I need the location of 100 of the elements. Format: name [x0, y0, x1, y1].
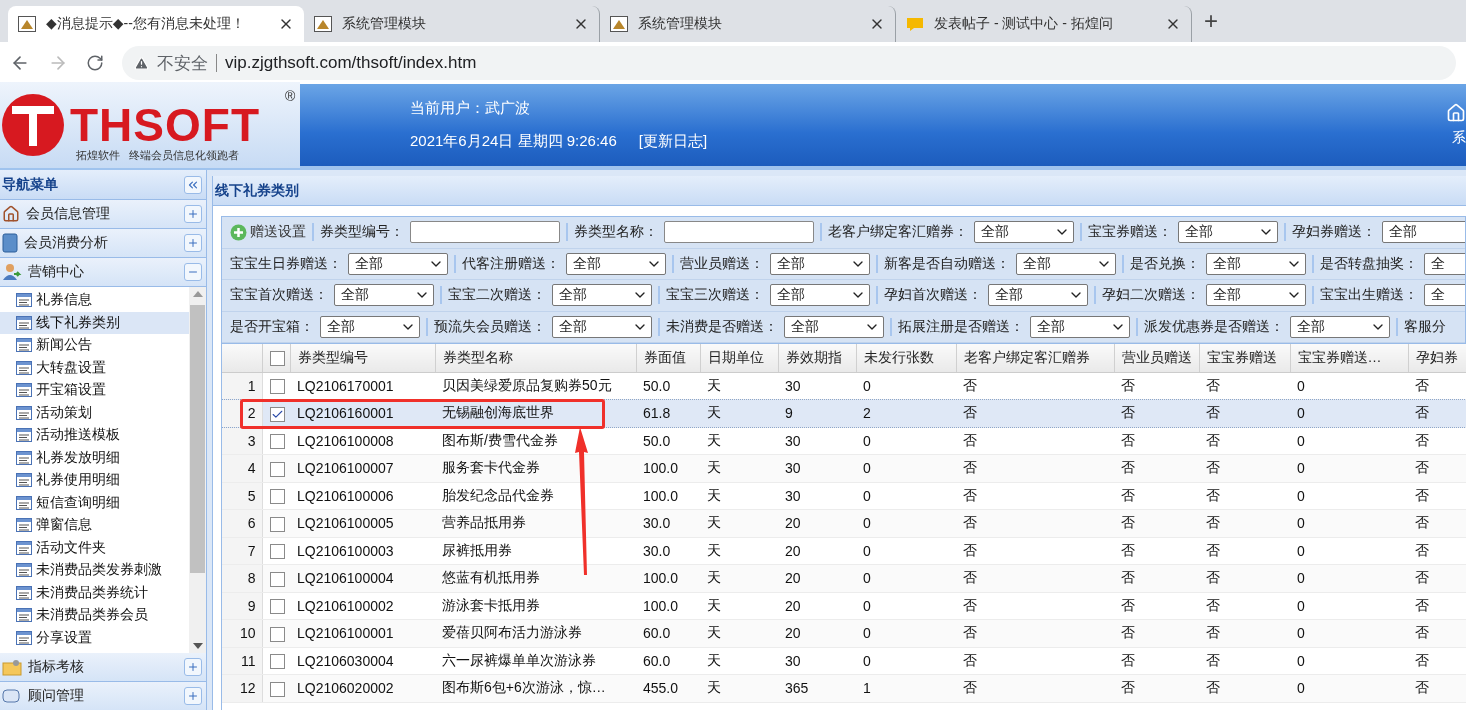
table-cell: 0: [856, 482, 956, 510]
menu-item[interactable]: 弹窗信息: [0, 514, 189, 537]
menu-item[interactable]: 礼券使用明细: [0, 469, 189, 492]
table-cell: 100.0: [636, 482, 700, 510]
table-cell: 天: [700, 537, 778, 565]
select-field[interactable]: 全: [1424, 284, 1465, 307]
column-header[interactable]: 未发行张数: [856, 344, 956, 372]
select-field[interactable]: 全部: [1382, 221, 1465, 244]
menu-item[interactable]: 未消费品类发券刺激: [0, 559, 189, 582]
table-cell: LQ2106100004: [290, 564, 435, 592]
table-cell: 30: [778, 647, 856, 675]
table-cell: 否: [1114, 454, 1199, 482]
select-field[interactable]: 全部: [1290, 315, 1390, 338]
menu-section[interactable]: 营销中心: [0, 258, 206, 287]
menu-item[interactable]: 未消费品类券会员: [0, 604, 189, 627]
table-cell: 0: [1290, 647, 1408, 675]
browser-tab[interactable]: ◆消息提示◆--您有消息未处理！: [8, 6, 304, 42]
filter-label: 券类型编号：: [320, 223, 404, 242]
filter-label: 营业员赠送：: [680, 254, 764, 273]
table-cell: 20: [778, 537, 856, 565]
filter-label: 客服分: [1404, 317, 1446, 336]
select-field[interactable]: 全部: [334, 284, 434, 307]
menu-item[interactable]: 新闻公告: [0, 334, 189, 357]
table-cell: 否: [1114, 427, 1199, 455]
menu-item[interactable]: 活动推送模板: [0, 424, 189, 447]
table-cell: LQ2106100007: [290, 454, 435, 482]
column-header[interactable]: 日期单位: [700, 344, 778, 372]
table-cell: 0: [856, 564, 956, 592]
select-field[interactable]: 全: [1424, 252, 1465, 275]
row-number: 11: [222, 647, 262, 675]
column-header[interactable]: 宝宝券赠送: [1199, 344, 1290, 372]
menu-section[interactable]: 会员信息管理: [0, 200, 206, 229]
row-number: 6: [222, 509, 262, 537]
table-cell: 0: [1290, 592, 1408, 620]
table-cell: 61.8: [636, 399, 700, 427]
menu-item[interactable]: 活动策划: [0, 401, 189, 424]
menu-item[interactable]: 大转盘设置: [0, 356, 189, 379]
table-cell: 20: [778, 619, 856, 647]
table-cell: 否: [1199, 674, 1290, 702]
select-field[interactable]: 全部: [974, 221, 1074, 244]
table-cell: 否: [1408, 454, 1466, 482]
select-field[interactable]: 全部: [566, 252, 666, 275]
new-tab-button[interactable]: +: [1204, 7, 1218, 35]
column-header[interactable]: 券面值: [636, 344, 700, 372]
table-cell: 否: [1114, 592, 1199, 620]
changelog-link[interactable]: [更新日志]: [638, 132, 708, 151]
table-cell: 9: [778, 399, 856, 427]
column-header[interactable]: 券类型名称: [435, 344, 636, 372]
system-button[interactable]: 系: [1452, 129, 1466, 147]
menu-item[interactable]: 线下礼券类别: [0, 311, 189, 334]
select-field[interactable]: 全部: [552, 315, 652, 338]
select-field[interactable]: 全部: [770, 284, 870, 307]
table-cell: LQ2106100006: [290, 482, 435, 510]
table-cell: 服务套卡代金券: [435, 454, 636, 482]
menu-section[interactable]: 顾问管理: [0, 682, 206, 710]
menu-item[interactable]: 短信查询明细: [0, 491, 189, 514]
select-field[interactable]: 全部: [1178, 221, 1278, 244]
select-field[interactable]: 全部: [552, 284, 652, 307]
column-header[interactable]: 券效期指: [778, 344, 856, 372]
menu-item[interactable]: 分享设置: [0, 626, 189, 649]
table-cell: 0: [856, 592, 956, 620]
menu-item[interactable]: 开宝箱设置: [0, 379, 189, 402]
table-cell: 0: [1290, 674, 1408, 702]
table-cell: 否: [1114, 399, 1199, 427]
column-header[interactable]: 营业员赠送: [1114, 344, 1199, 372]
menu-item[interactable]: 礼券信息: [0, 289, 189, 312]
select-field[interactable]: 全部: [1016, 252, 1116, 275]
table-cell: LQ2106100002: [290, 592, 435, 620]
select-field[interactable]: 全部: [348, 252, 448, 275]
table-cell: 30: [778, 482, 856, 510]
select-field[interactable]: 全部: [1206, 252, 1306, 275]
select-field[interactable]: 全部: [770, 252, 870, 275]
select-field[interactable]: 全部: [784, 315, 884, 338]
table-cell: LQ2106020002: [290, 674, 435, 702]
table-cell: 0: [1290, 454, 1408, 482]
column-header[interactable]: 券类型编号: [290, 344, 435, 372]
table-cell: 否: [1199, 537, 1290, 565]
address-bar[interactable]: 不安全 vip.zjgthsoft.com/thsoft/index.htm: [122, 46, 1456, 80]
table-cell: 20: [778, 564, 856, 592]
table-cell: 天: [700, 674, 778, 702]
menu-item[interactable]: 礼券发放明细: [0, 446, 189, 469]
column-header[interactable]: 老客户绑定客汇赠券: [956, 344, 1114, 372]
table-cell: 营养品抵用券: [435, 509, 636, 537]
select-field[interactable]: 全部: [320, 315, 420, 338]
table-cell: LQ2106100003: [290, 537, 435, 565]
gift-settings-button[interactable]: 赠送设置: [230, 223, 306, 242]
table-cell: 0: [1290, 399, 1408, 427]
select-field[interactable]: 全部: [1206, 284, 1306, 307]
column-header[interactable]: 孕妇券: [1408, 344, 1466, 372]
table-cell: 图布斯/费雪代金券: [435, 427, 636, 455]
filter-label: 宝宝出生赠送：: [1320, 286, 1418, 305]
menu-section[interactable]: 指标考核: [0, 653, 206, 682]
table-cell: 六一尿裤爆单单次游泳券: [435, 647, 636, 675]
select-field[interactable]: 全部: [1030, 315, 1130, 338]
select-field[interactable]: 全部: [988, 284, 1088, 307]
column-header[interactable]: 宝宝券赠送…: [1290, 344, 1408, 372]
table-cell: LQ2106100005: [290, 509, 435, 537]
menu-item[interactable]: 未消费品类券统计: [0, 581, 189, 604]
menu-item[interactable]: 活动文件夹: [0, 536, 189, 559]
menu-section[interactable]: 会员消费分析: [0, 229, 206, 258]
